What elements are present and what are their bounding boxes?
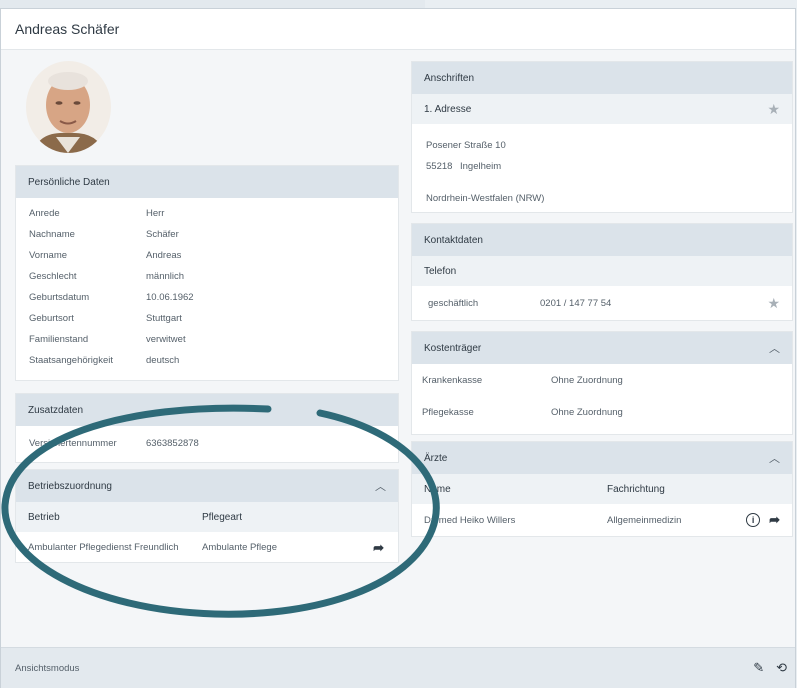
doctors-header[interactable]: Ärzte ︿ [412, 442, 792, 474]
share-arrow-icon[interactable]: ➦ [373, 540, 384, 556]
personal-value: verwitwet [146, 334, 186, 345]
operations-pflegeart: Ambulante Pflege [202, 542, 277, 553]
personal-row: Vorname Andreas [16, 245, 398, 266]
column-betrieb: Betrieb [28, 511, 60, 523]
doctors-columns: Name Fachrichtung [412, 474, 792, 504]
operations-columns: Betrieb Pflegeart [16, 502, 398, 532]
phone-row: geschäftlich 0201 / 147 77 54 ★ [412, 286, 792, 320]
footer-bar: Ansichtsmodus ✎ ⟲ [1, 647, 795, 688]
payers-card: Kostenträger ︿ Krankenkasse Ohne Zuordnu… [411, 331, 793, 435]
contact-heading: Kontaktdaten [424, 234, 483, 246]
star-icon[interactable]: ★ [767, 101, 780, 118]
address-city-line: 55218 Ingelheim [426, 156, 778, 177]
payers-header[interactable]: Kostenträger ︿ [412, 332, 792, 364]
info-icon[interactable]: i [746, 513, 761, 527]
history-icon[interactable]: ⟲ [776, 660, 787, 676]
personal-value: männlich [146, 271, 185, 282]
personal-label: Nachname [29, 229, 75, 240]
personal-row: Geburtsort Stuttgart [16, 308, 398, 329]
avatar [26, 61, 111, 153]
address-street: Posener Straße 10 [426, 140, 506, 151]
personal-value: 10.06.1962 [146, 292, 194, 303]
personal-value: Herr [146, 208, 165, 219]
chevron-up-icon[interactable]: ︿ [769, 340, 780, 356]
doctors-card: Ärzte ︿ Name Fachrichtung Dr. med Heiko … [411, 441, 793, 537]
operations-heading: Betriebszuordnung [28, 480, 112, 492]
payer-row: Krankenkasse Ohne Zuordnung [412, 364, 792, 396]
address-body: Posener Straße 10 55218 Ingelheim Nordrhe… [412, 124, 792, 209]
personal-label: Anrede [29, 208, 60, 219]
personal-value: Andreas [146, 250, 182, 261]
personal-label: Familienstand [29, 334, 89, 345]
personal-label: Vorname [29, 250, 68, 261]
phone-subheading: Telefon [424, 265, 457, 277]
addresses-card: Anschriften 1. Adresse ★ Posener Straße … [411, 61, 793, 213]
column-pflegeart: Pflegeart [202, 511, 243, 523]
page-title: Andreas Schäfer [1, 9, 795, 50]
address-state: Nordrhein-Westfalen (NRW) [426, 193, 545, 204]
extra-data-heading: Zusatzdaten [28, 404, 84, 416]
doctor-row[interactable]: Dr. med Heiko Willers Allgemeinmedizin i… [412, 504, 792, 536]
personal-data-header: Persönliche Daten [16, 166, 398, 198]
star-icon[interactable]: ★ [767, 295, 780, 312]
operations-header[interactable]: Betriebszuordnung ︿ [16, 470, 398, 502]
personal-data-card: Persönliche Daten Anrede Herr Nachname Sch… [15, 165, 399, 381]
doctor-name: Dr. med Heiko Willers [424, 514, 516, 526]
personal-row: Staatsangehörigkeit deutsch [16, 350, 398, 371]
payer-value: Ohne Zuordnung [551, 374, 623, 386]
personal-row: Familienstand verwitwet [16, 329, 398, 350]
addresses-heading: Anschriften [424, 72, 475, 84]
personal-row: Anrede Herr [16, 203, 398, 224]
personal-value: Schäfer [146, 229, 179, 240]
contact-card: Kontaktdaten Telefon geschäftlich 0201 /… [411, 223, 793, 321]
insurance-number-value: 6363852878 [146, 437, 199, 449]
address-subheading: 1. Adresse [424, 103, 472, 115]
personal-row: Nachname Schäfer [16, 224, 398, 245]
personal-data-list: Anrede Herr Nachname Schäfer Vorname Andrea… [16, 198, 398, 371]
extra-data-header: Zusatzdaten [16, 394, 398, 426]
addresses-header: Anschriften [412, 62, 792, 94]
column-name: Name [424, 483, 451, 495]
chevron-up-icon[interactable]: ︿ [375, 478, 386, 494]
payer-label: Pflegekasse [422, 406, 474, 418]
chevron-up-icon[interactable]: ︿ [769, 450, 780, 466]
personal-value: deutsch [146, 355, 180, 366]
operations-card: Betriebszuordnung ︿ Betrieb Pflegeart Am… [15, 469, 399, 563]
address-zip: 55218 [426, 161, 453, 172]
doctors-heading: Ärzte [424, 452, 448, 464]
operations-betrieb: Ambulanter Pflegedienst Freundlich [28, 542, 179, 553]
view-mode-label: Ansichtsmodus [15, 662, 80, 674]
phone-type: geschäftlich [428, 297, 479, 309]
payer-label: Krankenkasse [422, 374, 483, 386]
share-arrow-icon[interactable]: ➦ [769, 512, 780, 528]
personal-value: Stuttgart [146, 313, 182, 324]
payer-value: Ohne Zuordnung [551, 406, 623, 418]
insurance-number-label: Versichertennummer [29, 437, 117, 449]
personal-label: Staatsangehörigkeit [29, 355, 113, 366]
doctor-specialty: Allgemeinmedizin [607, 514, 682, 526]
payers-heading: Kostenträger [424, 342, 482, 354]
address-subheader: 1. Adresse ★ [412, 94, 792, 124]
address-city: Ingelheim [460, 161, 502, 172]
phone-number: 0201 / 147 77 54 [540, 297, 612, 309]
phone-subheader: Telefon [412, 256, 792, 286]
pencil-icon[interactable]: ✎ [753, 660, 764, 676]
column-specialty: Fachrichtung [607, 483, 665, 495]
personal-label: Geburtsdatum [29, 292, 90, 303]
personal-data-heading: Persönliche Daten [28, 176, 110, 188]
personal-label: Geschlecht [29, 271, 77, 282]
insurance-number-row: Versichertennummer 6363852878 [16, 426, 398, 460]
background-strip [0, 0, 425, 8]
operations-row[interactable]: Ambulanter Pflegedienst Freundlich Ambul… [16, 532, 398, 563]
contact-header: Kontaktdaten [412, 224, 792, 256]
personal-label: Geburtsort [29, 313, 74, 324]
patient-window: Andreas Schäfer Persönliche Daten Anrede… [0, 8, 796, 688]
personal-row: Geburtsdatum 10.06.1962 [16, 287, 398, 308]
extra-data-card: Zusatzdaten Versichertennummer 636385287… [15, 393, 399, 463]
personal-row: Geschlecht männlich [16, 266, 398, 287]
payer-row: Pflegekasse Ohne Zuordnung [412, 396, 792, 428]
footer-tools: ✎ ⟲ [753, 660, 787, 676]
